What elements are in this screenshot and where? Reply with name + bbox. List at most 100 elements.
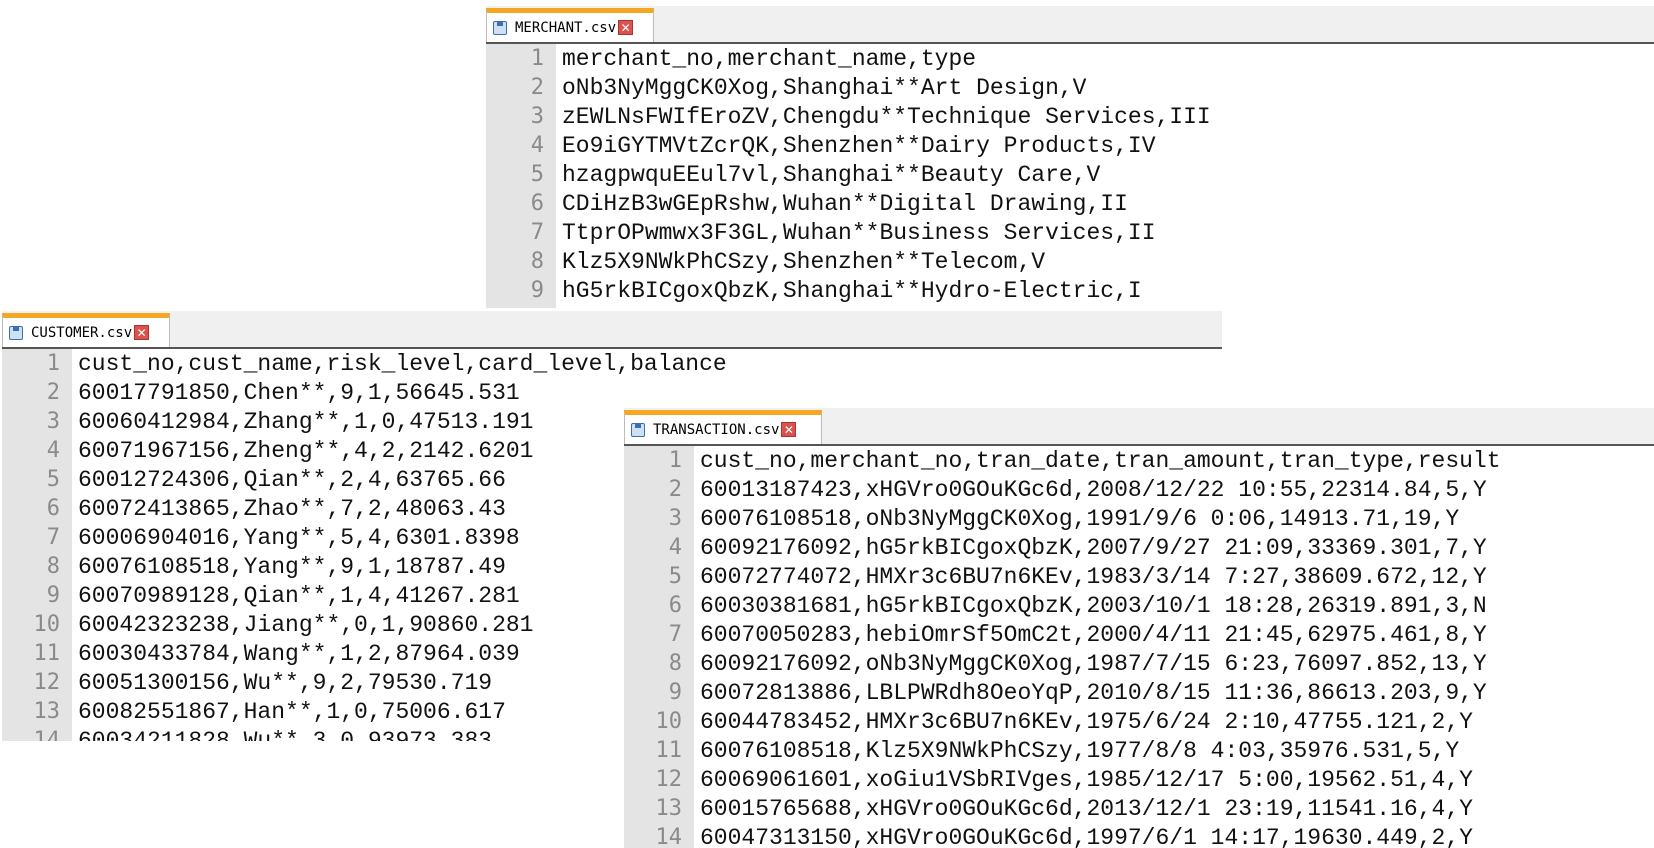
line-number: 11 bbox=[33, 641, 61, 666]
line-text: 60013187423,xHGVro0GOuKGc6d,2008/12/22 1… bbox=[700, 476, 1487, 503]
line-number: 7 bbox=[668, 622, 682, 647]
code-line[interactable]: 3 zEWLNsFWIfEroZV,Chengdu**Technique Serv… bbox=[486, 102, 1654, 131]
line-text: merchant_no,merchant_name,type bbox=[562, 45, 977, 72]
line-number: 12 bbox=[33, 670, 61, 695]
line-text: 60017791850,Chen**,9,1,56645.531 bbox=[78, 379, 520, 406]
code-line[interactable]: 8 60092176092,oNb3NyMggCK0Xog,1987/7/15 6… bbox=[624, 649, 1654, 678]
line-number: 1 bbox=[530, 46, 544, 71]
code-line[interactable]: 7 60070050283,hebiOmrSf5OmC2t,2000/4/11 2… bbox=[624, 620, 1654, 649]
line-text: 60060412984,Zhang**,1,0,47513.191 bbox=[78, 408, 534, 435]
code-line[interactable]: 2 60017791850,Chen**,9,1,56645.531 bbox=[2, 378, 1222, 407]
code-line[interactable]: 5 60072774072,HMXr3c6BU7n6KEv,1983/3/14 7… bbox=[624, 562, 1654, 591]
line-text: 60072813886,LBLPWRdh8OeoYqP,2010/8/15 11… bbox=[700, 679, 1487, 706]
line-text: 60082551867,Han**,1,0,75006.617 bbox=[78, 698, 506, 725]
line-text: CDiHzB3wGEpRshw,Wuhan**Digital Drawing,I… bbox=[562, 190, 1128, 217]
line-number: 4 bbox=[46, 438, 60, 463]
merchant-text-area[interactable]: 1 merchant_no,merchant_name,type 2 oNb3NyMg… bbox=[486, 44, 1654, 308]
line-number: 3 bbox=[668, 506, 682, 531]
tab-merchant-csv[interactable]: MERCHANT.csv ✕ bbox=[486, 8, 654, 42]
code-line[interactable]: 12 60069061601,xoGiu1VSbRIVges,1985/12/17… bbox=[624, 765, 1654, 794]
code-line[interactable]: 6 CDiHzB3wGEpRshw,Wuhan**Digital Drawing,… bbox=[486, 189, 1654, 218]
line-text: 60092176092,oNb3NyMggCK0Xog,1987/7/15 6:… bbox=[700, 650, 1487, 677]
code-line[interactable]: 1 merchant_no,merchant_name,type bbox=[486, 44, 1654, 73]
transaction-lines: 1 cust_no,merchant_no,tran_date,tran_amou… bbox=[624, 446, 1654, 848]
line-text: 60076108518,Yang**,9,1,18787.49 bbox=[78, 553, 506, 580]
line-number: 11 bbox=[655, 738, 683, 763]
code-line[interactable]: 4 Eo9iGYTMVtZcrQK,Shenzhen**Dairy Product… bbox=[486, 131, 1654, 160]
line-number: 5 bbox=[530, 162, 544, 187]
line-number: 8 bbox=[668, 651, 682, 676]
line-text: 60070989128,Qian**,1,4,41267.281 bbox=[78, 582, 520, 609]
code-line[interactable]: 2 oNb3NyMggCK0Xog,Shanghai**Art Design,V bbox=[486, 73, 1654, 102]
line-number: 14 bbox=[33, 728, 61, 741]
line-text: 60072413865,Zhao**,7,2,48063.43 bbox=[78, 495, 506, 522]
line-number: 9 bbox=[668, 680, 682, 705]
line-number: 13 bbox=[655, 796, 683, 821]
line-text: Klz5X9NWkPhCSzy,Shenzhen**Telecom,V bbox=[562, 248, 1046, 275]
code-line[interactable]: 3 60076108518,oNb3NyMggCK0Xog,1991/9/6 0:… bbox=[624, 504, 1654, 533]
code-line[interactable]: 11 60076108518,Klz5X9NWkPhCSzy,1977/8/8 4… bbox=[624, 736, 1654, 765]
line-number: 10 bbox=[655, 709, 683, 734]
line-text: hG5rkBICgoxQbzK,Shanghai**Hydro-Electric… bbox=[562, 277, 1142, 304]
close-icon[interactable]: ✕ bbox=[781, 422, 797, 437]
line-number: 1 bbox=[46, 351, 60, 376]
line-number: 3 bbox=[46, 409, 60, 434]
line-text: 60047313150,xHGVro0GOuKGc6d,1997/6/1 14:… bbox=[700, 824, 1473, 848]
line-number: 13 bbox=[33, 699, 61, 724]
tab-transaction-csv[interactable]: TRANSACTION.csv ✕ bbox=[624, 410, 822, 444]
line-number: 14 bbox=[655, 825, 683, 848]
close-icon[interactable]: ✕ bbox=[618, 20, 634, 35]
code-line[interactable]: 2 60013187423,xHGVro0GOuKGc6d,2008/12/22 … bbox=[624, 475, 1654, 504]
line-number: 2 bbox=[530, 75, 544, 100]
line-number: 9 bbox=[530, 278, 544, 303]
line-text: 60092176092,hG5rkBICgoxQbzK,2007/9/27 21… bbox=[700, 534, 1487, 561]
code-line[interactable]: 9 hG5rkBICgoxQbzK,Shanghai**Hydro-Electri… bbox=[486, 276, 1654, 305]
line-number: 9 bbox=[46, 583, 60, 608]
line-number: 5 bbox=[668, 564, 682, 589]
line-text: hzagpwquEEul7vl,Shanghai**Beauty Care,V bbox=[562, 161, 1101, 188]
line-number: 12 bbox=[655, 767, 683, 792]
line-number: 3 bbox=[530, 104, 544, 129]
code-line[interactable]: 9 60072813886,LBLPWRdh8OeoYqP,2010/8/15 1… bbox=[624, 678, 1654, 707]
code-line[interactable]: 1 cust_no,cust_name,risk_level,card_level… bbox=[2, 349, 1222, 378]
line-text: 60044783452,HMXr3c6BU7n6KEv,1975/6/24 2:… bbox=[700, 708, 1473, 735]
line-text: 60006904016,Yang**,5,4,6301.8398 bbox=[78, 524, 520, 551]
transaction-text-area[interactable]: 1 cust_no,merchant_no,tran_date,tran_amou… bbox=[624, 446, 1654, 848]
tab-label: MERCHANT.csv bbox=[515, 19, 617, 36]
line-text: 60070050283,hebiOmrSf5OmC2t,2000/4/11 21… bbox=[700, 621, 1487, 648]
line-number: 6 bbox=[46, 496, 60, 521]
code-line[interactable]: 14 60047313150,xHGVro0GOuKGc6d,1997/6/1 1… bbox=[624, 823, 1654, 848]
code-line[interactable]: 1 cust_no,merchant_no,tran_date,tran_amou… bbox=[624, 446, 1654, 475]
line-text: 60071967156,Zheng**,4,2,2142.6201 bbox=[78, 437, 534, 464]
code-line[interactable]: 8 Klz5X9NWkPhCSzy,Shenzhen**Telecom,V bbox=[486, 247, 1654, 276]
tab-label: CUSTOMER.csv bbox=[31, 324, 133, 341]
line-text: 60051300156,Wu**,9,2,79530.719 bbox=[78, 669, 493, 696]
line-number: 8 bbox=[530, 249, 544, 274]
line-text: 60034211828,Wu**,3,0,93973.383 bbox=[78, 727, 493, 742]
line-number: 7 bbox=[530, 220, 544, 245]
code-line[interactable]: 7 TtprOPwmwx3F3GL,Wuhan**Business Service… bbox=[486, 218, 1654, 247]
close-icon[interactable]: ✕ bbox=[134, 325, 150, 340]
line-text: TtprOPwmwx3F3GL,Wuhan**Business Services… bbox=[562, 219, 1156, 246]
tab-customer-csv[interactable]: CUSTOMER.csv ✕ bbox=[2, 313, 170, 347]
code-line[interactable]: 10 60044783452,HMXr3c6BU7n6KEv,1975/6/24 … bbox=[624, 707, 1654, 736]
line-text: cust_no,merchant_no,tran_date,tran_amoun… bbox=[700, 447, 1501, 474]
code-line[interactable]: 4 60092176092,hG5rkBICgoxQbzK,2007/9/27 2… bbox=[624, 533, 1654, 562]
save-icon bbox=[631, 422, 645, 437]
line-text: 60030433784,Wang**,1,2,87964.039 bbox=[78, 640, 520, 667]
code-line[interactable]: 6 60030381681,hG5rkBICgoxQbzK,2003/10/1 1… bbox=[624, 591, 1654, 620]
transaction-tab-bar: TRANSACTION.csv ✕ bbox=[624, 408, 1654, 446]
line-text: 60015765688,xHGVro0GOuKGc6d,2013/12/1 23… bbox=[700, 795, 1473, 822]
line-number: 10 bbox=[33, 612, 61, 637]
merchant-editor-window: MERCHANT.csv ✕ 1 merchant_no,merchant_nam… bbox=[486, 6, 1654, 308]
transaction-editor-window: TRANSACTION.csv ✕ 1 cust_no,merchant_no,t… bbox=[624, 408, 1654, 848]
line-number: 6 bbox=[530, 191, 544, 216]
line-number: 4 bbox=[530, 133, 544, 158]
line-text: 60076108518,Klz5X9NWkPhCSzy,1977/8/8 4:0… bbox=[700, 737, 1460, 764]
code-line[interactable]: 5 hzagpwquEEul7vl,Shanghai**Beauty Care,V bbox=[486, 160, 1654, 189]
line-number: 4 bbox=[668, 535, 682, 560]
line-text: 60012724306,Qian**,2,4,63765.66 bbox=[78, 466, 506, 493]
line-number: 2 bbox=[46, 380, 60, 405]
line-number: 8 bbox=[46, 554, 60, 579]
code-line[interactable]: 13 60015765688,xHGVro0GOuKGc6d,2013/12/1 … bbox=[624, 794, 1654, 823]
